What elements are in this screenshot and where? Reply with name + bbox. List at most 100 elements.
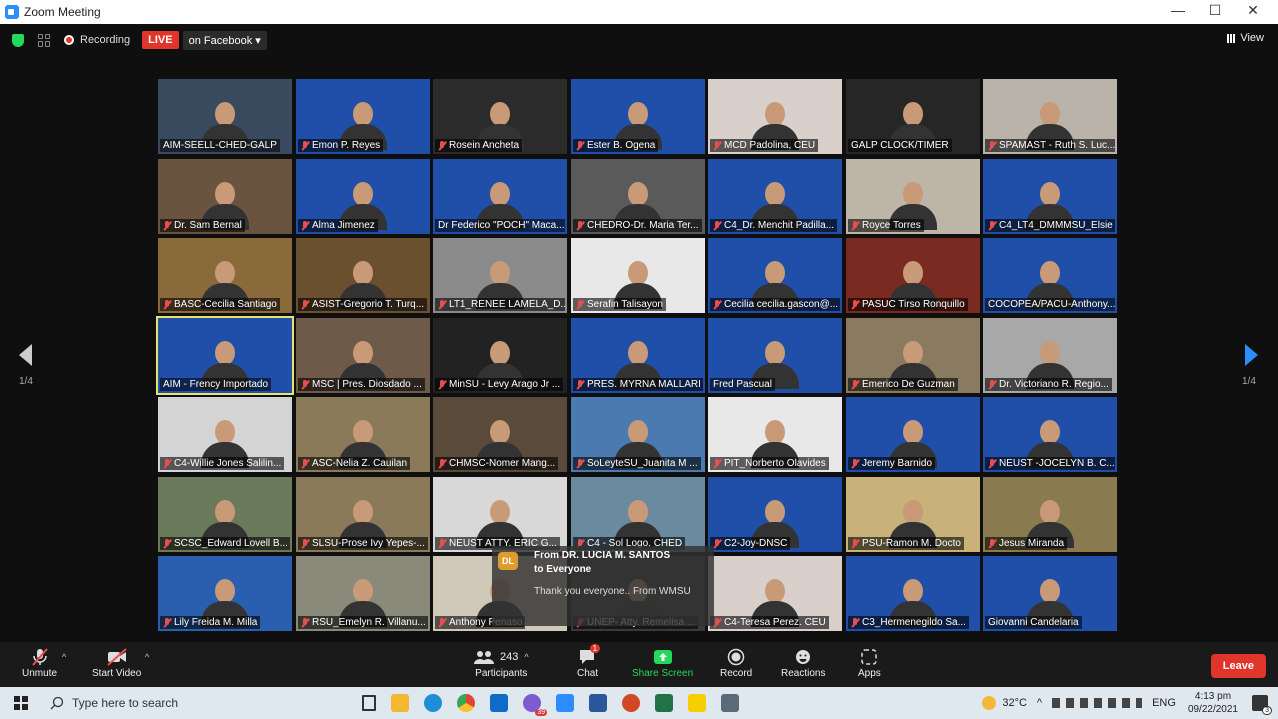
notification-center-icon[interactable]: 3	[1252, 695, 1272, 715]
participant-tile[interactable]: C3_Hermenegildo Sa...	[846, 556, 980, 631]
apps-label: Apps	[858, 668, 881, 679]
participant-tile[interactable]: CHMSC-Nomer Mang...	[433, 397, 567, 472]
participant-tile[interactable]: Dr. Victoriano R. Regio...	[983, 318, 1117, 393]
close-button[interactable]: ✕	[1235, 2, 1271, 19]
apps-button[interactable]: Apps	[858, 646, 881, 679]
participant-tile[interactable]: AIM-SEELL-CHED-GALP	[158, 79, 292, 154]
participants-icon	[474, 651, 494, 664]
participant-tile[interactable]: PASUC Tirso Ronquillo	[846, 238, 980, 313]
participant-tile[interactable]: C2-Joy-DNSC	[708, 477, 842, 552]
reactions-button[interactable]: Reactions	[781, 646, 825, 679]
record-button[interactable]: Record	[720, 646, 752, 679]
powerpoint-icon[interactable]	[622, 694, 640, 712]
participant-tile[interactable]: C4 - Sol Logo, CHED	[571, 477, 705, 552]
word-icon[interactable]	[589, 694, 607, 712]
participant-tile[interactable]: PRES. MYRNA MALLARI	[571, 318, 705, 393]
participant-tile[interactable]: Lily Freida M. Milla	[158, 556, 292, 631]
participants-button[interactable]: 243 ^ Participants	[474, 646, 529, 679]
participant-tile[interactable]: BASC-Cecilia Santiago	[158, 238, 292, 313]
file-explorer-icon[interactable]	[391, 694, 409, 712]
clock[interactable]: 4:13 pm 09/22/2021	[1188, 690, 1238, 716]
participant-name-label: SoLeyteSU_Juanita M ...	[573, 457, 701, 470]
maximize-button[interactable]: ☐	[1197, 2, 1233, 19]
participant-tile[interactable]: Rosein Ancheta	[433, 79, 567, 154]
participant-tile[interactable]: MSC | Pres. Diosdado ...	[296, 318, 430, 393]
video-options-caret-icon[interactable]: ^	[145, 652, 149, 662]
participant-tile[interactable]: PSU-Ramon M. Docto	[846, 477, 980, 552]
participant-tile[interactable]: RSU_Emelyn R. Villanu...	[296, 556, 430, 631]
chat-notification[interactable]: DL From DR. LUCIA M. SANTOS to Everyone …	[492, 546, 714, 626]
sender-avatar: DL	[498, 552, 518, 570]
participant-tile[interactable]: Dr Federico "POCH" Maca...	[433, 159, 567, 234]
minimize-button[interactable]: —	[1160, 2, 1196, 18]
taskbar-search[interactable]: Type here to search	[50, 687, 320, 719]
participant-tile[interactable]: LT1_RENEE LAMELA_D...	[433, 238, 567, 313]
zoom-app-icon[interactable]	[556, 694, 574, 712]
meeting-info-icon[interactable]	[38, 33, 51, 47]
show-hidden-icons-icon[interactable]: ^	[1037, 697, 1042, 709]
messenger-icon[interactable]: 39	[523, 694, 547, 716]
participant-tile[interactable]: Royce Torres	[846, 159, 980, 234]
participant-tile[interactable]: C4-Teresa Perez. CEU	[708, 556, 842, 631]
participant-name-label: Cecilia cecilia.gascon@...	[710, 298, 840, 311]
chat-button[interactable]: 1 Chat	[577, 644, 601, 679]
weather-icon[interactable]	[982, 696, 997, 710]
participant-tile[interactable]: MinSU - Levy Arago Jr ...	[433, 318, 567, 393]
participant-tile[interactable]: C4_Dr. Menchit Padilla...	[708, 159, 842, 234]
participant-name-label: AIM - Frency Importado	[160, 378, 272, 391]
live-target-dropdown[interactable]: on Facebook ▾	[182, 30, 267, 50]
participant-tile[interactable]: AIM - Frency Importado	[156, 316, 294, 395]
participant-tile[interactable]: Alma Jimenez	[296, 159, 430, 234]
participant-tile[interactable]: COCOPEA/PACU-Anthony...	[983, 238, 1117, 313]
tray-icons-row[interactable]	[1052, 698, 1143, 708]
participant-tile[interactable]: Fred Pascual	[708, 318, 842, 393]
audio-options-caret-icon[interactable]: ^	[62, 652, 66, 662]
participant-tile[interactable]: C4_LT4_DMMMSU_Elsie	[983, 159, 1117, 234]
participant-tile[interactable]: Jeremy Barnido	[846, 397, 980, 472]
view-button[interactable]: View	[1227, 32, 1264, 44]
windows-start-icon[interactable]	[14, 696, 28, 710]
participant-tile[interactable]: C4-Willie Jones Salilin...	[158, 397, 292, 472]
participant-tile[interactable]: Dr. Sam Bernal	[158, 159, 292, 234]
leave-button[interactable]: Leave	[1210, 654, 1266, 678]
edge-browser-icon[interactable]	[424, 694, 442, 712]
participant-tile[interactable]: CHEDRO-Dr. Maria Ter...	[571, 159, 705, 234]
start-video-button[interactable]: Start Video	[92, 646, 141, 679]
task-view-icon[interactable]	[362, 695, 376, 711]
unmute-button[interactable]: Unmute	[22, 646, 57, 679]
participant-name-label: Jesus Miranda	[985, 537, 1068, 550]
language-indicator[interactable]: ENG	[1152, 697, 1176, 709]
participant-tile[interactable]: Emerico De Guzman	[846, 318, 980, 393]
participant-tile[interactable]: Serafin Talisayon	[571, 238, 705, 313]
sticky-notes-icon[interactable]	[688, 694, 706, 712]
participant-name: PRES. MYRNA MALLARI	[587, 379, 701, 390]
participant-tile[interactable]: SPAMAST - Ruth S. Luc...	[983, 79, 1117, 154]
share-screen-button[interactable]: Share Screen	[632, 646, 693, 679]
chrome-icon[interactable]	[457, 694, 475, 712]
excel-icon[interactable]	[655, 694, 673, 712]
participant-tile[interactable]: NEUST ATTY. ERIC G...	[433, 477, 567, 552]
participant-tile[interactable]: MCD Padolina, CEU	[708, 79, 842, 154]
mail-icon[interactable]	[490, 694, 508, 712]
next-page-arrow-icon[interactable]	[1245, 344, 1258, 366]
participant-tile[interactable]: Ester B. Ogena	[571, 79, 705, 154]
participant-tile[interactable]: GALP CLOCK/TIMER	[846, 79, 980, 154]
participant-tile[interactable]: ASIST-Gregorio T. Turq...	[296, 238, 430, 313]
mic-muted-icon	[438, 538, 446, 549]
participant-tile[interactable]: SCSC_Edward Lovell B...	[158, 477, 292, 552]
security-shield-icon[interactable]	[12, 33, 24, 47]
participant-tile[interactable]: PIT_Norberto Olavides	[708, 397, 842, 472]
participant-tile[interactable]: NEUST -JOCELYN B. C...	[983, 397, 1117, 472]
participant-tile[interactable]: ASC-Nelia Z. Cauilan	[296, 397, 430, 472]
participant-tile[interactable]: Giovanni Candelaria	[983, 556, 1117, 631]
temperature[interactable]: 32°C	[1002, 697, 1027, 709]
prev-page-arrow-icon[interactable]	[19, 344, 32, 366]
participant-tile[interactable]: Cecilia cecilia.gascon@...	[708, 238, 842, 313]
calculator-icon[interactable]	[721, 694, 739, 712]
participant-tile[interactable]: SoLeyteSU_Juanita M ...	[571, 397, 705, 472]
participants-caret-icon[interactable]: ^	[524, 652, 528, 662]
participant-name: MSC | Pres. Diosdado ...	[312, 379, 422, 390]
participant-tile[interactable]: Jesus Miranda	[983, 477, 1117, 552]
participant-tile[interactable]: Emon P. Reyes	[296, 79, 430, 154]
participant-tile[interactable]: SLSU-Prose Ivy Yepes-...	[296, 477, 430, 552]
